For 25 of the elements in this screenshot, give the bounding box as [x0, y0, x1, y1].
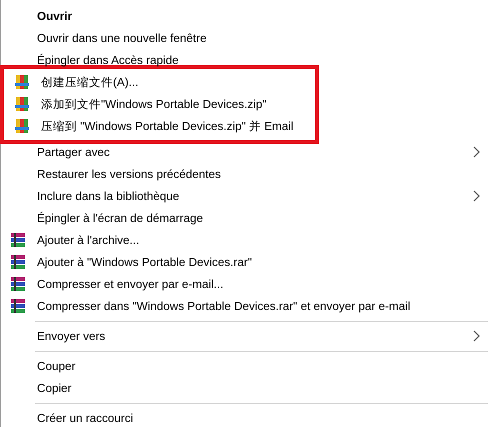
- archive-icon: [14, 74, 30, 90]
- menu-item[interactable]: Inclure dans la bibliothèque: [1, 185, 490, 207]
- menu-item[interactable]: Envoyer vers: [1, 325, 490, 347]
- menu-item[interactable]: 创建压缩文件(A)...: [5, 71, 315, 93]
- books-icon: [10, 276, 26, 292]
- books-icon: [10, 254, 26, 270]
- archive-icon: [14, 118, 30, 134]
- archive-icon: [14, 96, 30, 112]
- menu-item[interactable]: Restaurer les versions précédentes: [1, 163, 490, 185]
- menu-item[interactable]: 压缩到 "Windows Portable Devices.zip" 并 Email: [5, 115, 315, 137]
- menu-item[interactable]: Épingler dans Accès rapide: [1, 49, 490, 71]
- menu-item[interactable]: Créer un raccourci: [1, 407, 490, 427]
- menu-item[interactable]: Compresser dans "Windows Portable Devices.rar" et envoyer par e-mail: [1, 295, 490, 317]
- menu-item[interactable]: 添加到文件"Windows Portable Devices.zip": [5, 93, 315, 115]
- menu-item[interactable]: Couper: [1, 355, 490, 377]
- books-icon: [10, 298, 26, 314]
- menu-item[interactable]: Ouvrir: [1, 5, 490, 27]
- menu-item[interactable]: Partager avec: [1, 141, 490, 163]
- menu-item[interactable]: Compresser et envoyer par e-mail...: [1, 273, 490, 295]
- menu-item[interactable]: Ajouter à l'archive...: [1, 229, 490, 251]
- menu-item[interactable]: Ouvrir dans une nouvelle fenêtre: [1, 27, 490, 49]
- books-icon: [10, 232, 26, 248]
- menu-item[interactable]: Ajouter à "Windows Portable Devices.rar": [1, 251, 490, 273]
- menu-item[interactable]: Copier: [1, 377, 490, 399]
- menu-item[interactable]: Épingler à l'écran de démarrage: [1, 207, 490, 229]
